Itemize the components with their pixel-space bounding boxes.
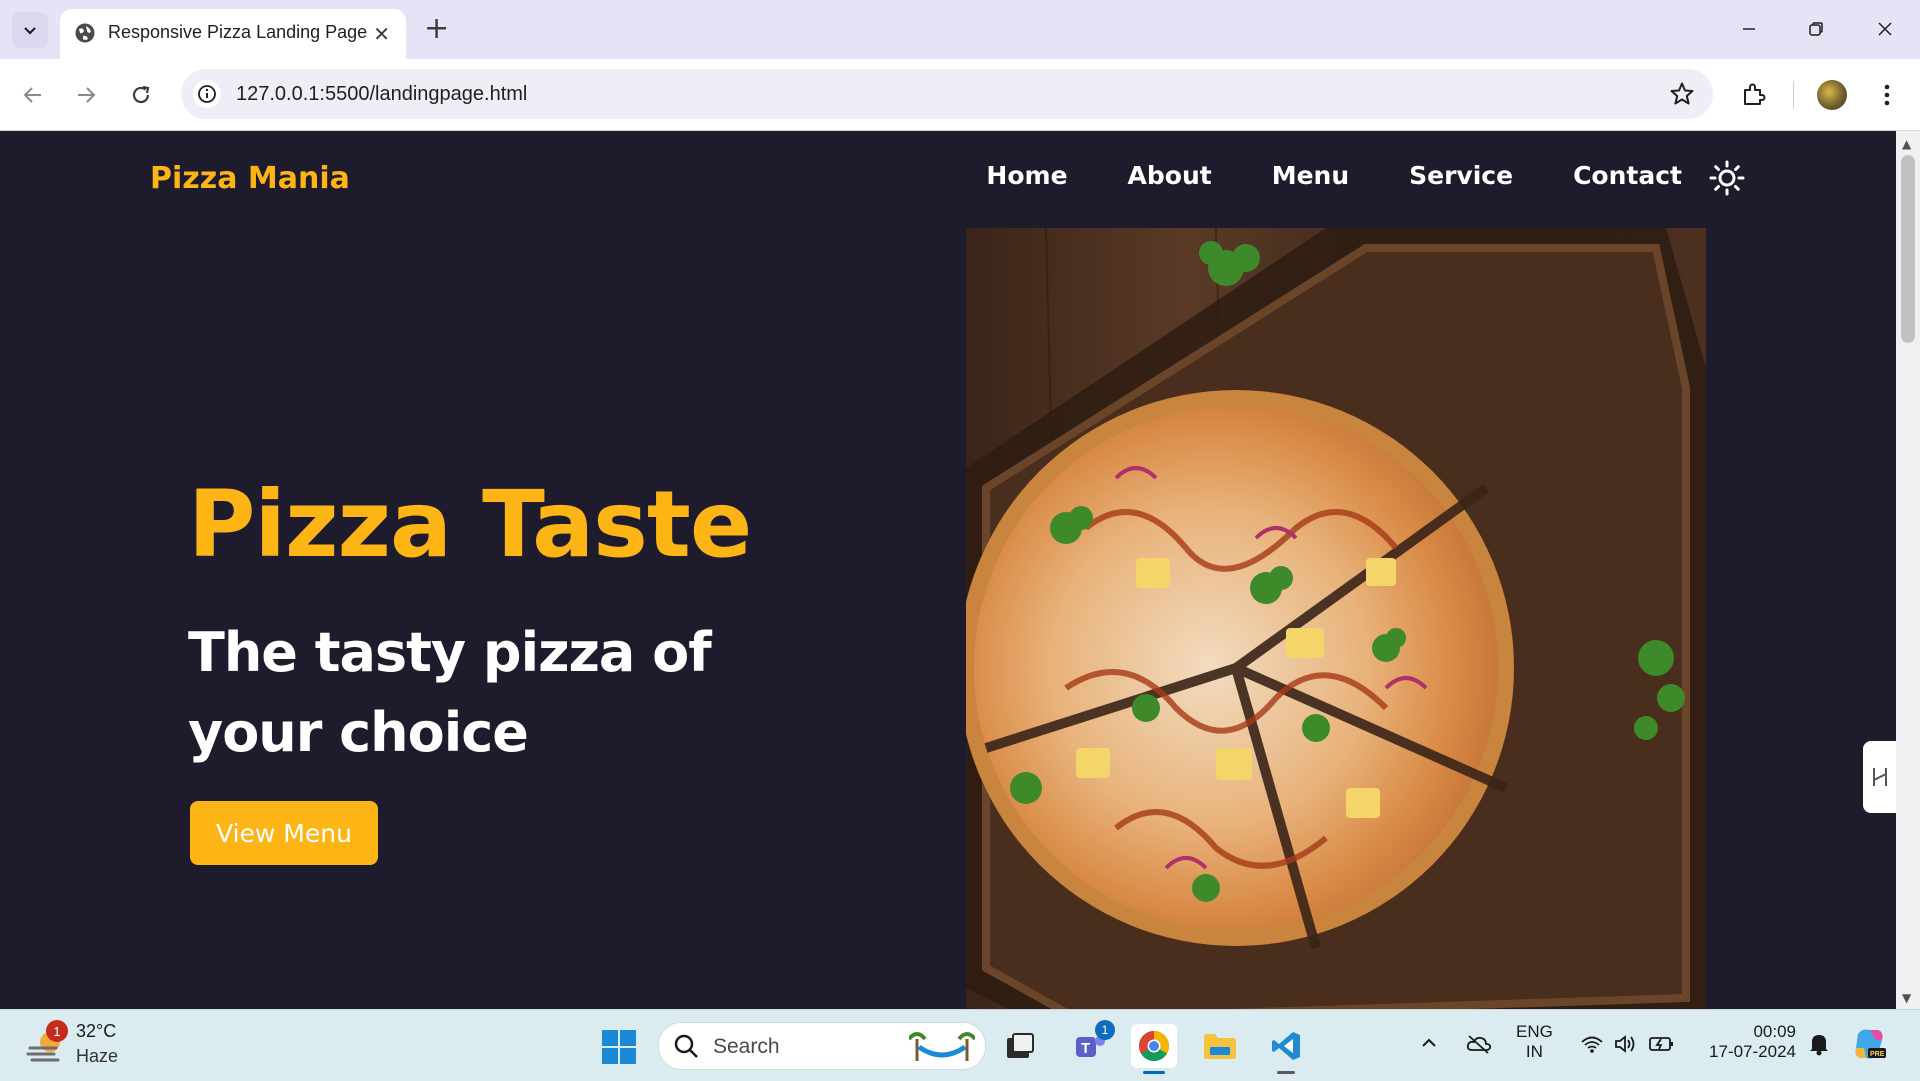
scroll-down-icon[interactable]: ▼: [1902, 991, 1911, 1005]
windows-start-icon[interactable]: [601, 1029, 637, 1065]
nav-contact[interactable]: Contact: [1573, 161, 1682, 190]
taskbar-app-explorer[interactable]: [1197, 1024, 1243, 1068]
taskbar-app-taskview[interactable]: [997, 1024, 1043, 1068]
pizza-image: [966, 228, 1706, 1009]
nav-about[interactable]: About: [1128, 161, 1212, 190]
battery-icon[interactable]: [1648, 1034, 1676, 1058]
taskbar-search-placeholder: Search: [713, 1035, 780, 1058]
star-icon[interactable]: [1669, 81, 1695, 111]
side-panel-handle[interactable]: [1863, 741, 1896, 813]
scroll-up-icon[interactable]: ▲: [1902, 137, 1911, 151]
browser-toolbar: 127.0.0.1:5500/landingpage.html: [0, 59, 1920, 131]
running-indicator: [1277, 1071, 1295, 1074]
region-code: IN: [1525, 1042, 1543, 1061]
task-view-icon: [1007, 1033, 1034, 1058]
chevron-up-icon[interactable]: [1420, 1034, 1438, 1056]
resize-handle-icon: [1872, 768, 1887, 786]
wifi-icon[interactable]: [1580, 1034, 1604, 1058]
toolbar-divider: [1793, 81, 1794, 109]
clock-date: 17-07-2024: [1709, 1042, 1796, 1061]
page-scrollbar[interactable]: ▲ ▼: [1896, 131, 1920, 1009]
globe-icon: [75, 23, 95, 43]
browser-tab-strip: Responsive Pizza Landing Page ✕ +: [0, 0, 1920, 59]
weather-notification-badge: 1: [46, 1020, 68, 1042]
back-icon[interactable]: [16, 78, 50, 112]
vscode-icon: [1272, 1032, 1300, 1060]
taskbar-search-box[interactable]: Search: [658, 1022, 986, 1070]
hammock-icon: [909, 1032, 975, 1061]
browser-tab[interactable]: Responsive Pizza Landing Page ✕: [60, 9, 406, 59]
reload-icon[interactable]: [124, 78, 158, 112]
url-text[interactable]: 127.0.0.1:5500/landingpage.html: [236, 83, 527, 106]
svg-text:PRE: PRE: [1870, 1051, 1885, 1058]
view-menu-button[interactable]: View Menu: [190, 801, 378, 865]
teams-notification-badge: 1: [1095, 1020, 1115, 1040]
site-info-icon[interactable]: [193, 80, 221, 108]
chevron-down-icon: [24, 27, 36, 35]
folder-icon: [1204, 1034, 1236, 1059]
search-icon: [674, 1034, 698, 1058]
taskbar-app-chrome[interactable]: [1131, 1024, 1177, 1074]
page-viewport: Pizza Mania Home About Menu Service Cont…: [0, 131, 1896, 1009]
taskbar-app-vscode[interactable]: [1263, 1024, 1309, 1074]
copilot-icon[interactable]: PRE: [1852, 1026, 1888, 1066]
language-indicator[interactable]: ENG IN: [1516, 1022, 1553, 1062]
minimize-icon[interactable]: [1729, 14, 1769, 44]
sun-icon[interactable]: [1709, 160, 1745, 196]
hero-title: Pizza Taste: [188, 471, 752, 578]
weather-description: Haze: [76, 1046, 119, 1066]
close-icon[interactable]: ✕: [373, 22, 390, 46]
weather-temperature: 32°C: [76, 1021, 117, 1041]
onedrive-icon[interactable]: [1466, 1034, 1492, 1058]
volume-icon[interactable]: [1614, 1034, 1638, 1058]
chrome-icon: [1138, 1031, 1170, 1062]
nav-home[interactable]: Home: [986, 161, 1067, 190]
more-icon[interactable]: [1870, 78, 1904, 112]
taskbar: 1 32°C Haze Search T 1 ENG IN 00:09 17-0…: [0, 1009, 1920, 1081]
nav-service[interactable]: Service: [1409, 161, 1513, 190]
clock[interactable]: 00:09 17-07-2024: [1700, 1022, 1796, 1062]
hero-subtitle: The tasty pizza of your choice: [188, 621, 712, 764]
window-close-icon[interactable]: [1865, 14, 1905, 44]
tab-title: Responsive Pizza Landing Page: [108, 22, 368, 42]
tab-search-button[interactable]: [12, 12, 48, 48]
profile-avatar[interactable]: [1817, 80, 1847, 110]
address-bar[interactable]: 127.0.0.1:5500/landingpage.html: [181, 69, 1713, 119]
svg-text:T: T: [1081, 1040, 1090, 1057]
clock-time: 00:09: [1753, 1022, 1796, 1041]
taskbar-app-teams[interactable]: T 1: [1067, 1020, 1115, 1068]
extensions-icon[interactable]: [1737, 78, 1771, 112]
active-indicator: [1143, 1071, 1165, 1074]
site-logo[interactable]: Pizza Mania: [150, 161, 350, 196]
forward-icon[interactable]: [69, 78, 103, 112]
nav-menu[interactable]: Menu: [1272, 161, 1349, 190]
plus-icon[interactable]: +: [424, 12, 449, 46]
bell-icon[interactable]: [1808, 1032, 1830, 1060]
main-nav: Home About Menu Service Contact: [926, 161, 1682, 190]
language-code: ENG: [1516, 1022, 1553, 1041]
scroll-thumb[interactable]: [1901, 155, 1915, 343]
restore-icon[interactable]: [1796, 14, 1836, 44]
